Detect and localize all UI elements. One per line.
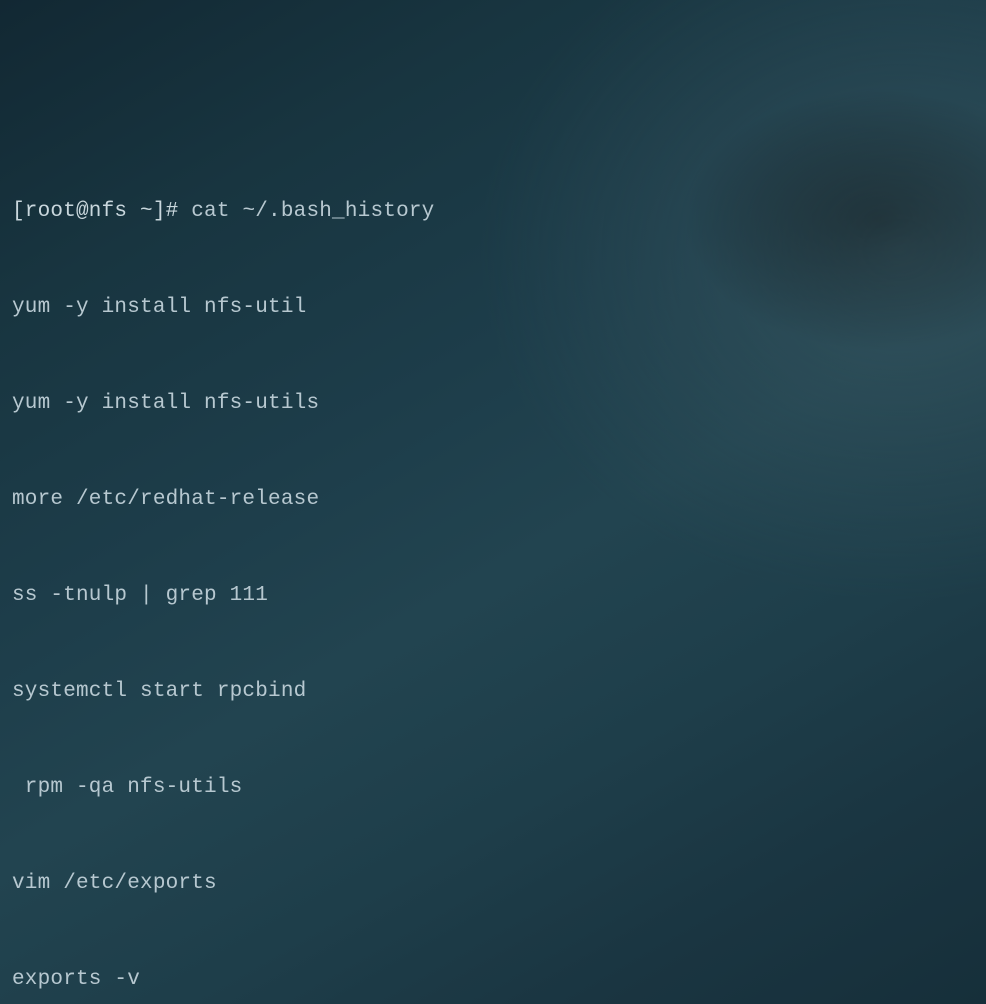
terminal-window[interactable]: [root@nfs ~]# cat ~/.bash_history yum -y… bbox=[0, 128, 986, 1004]
shell-prompt: [root@nfs ~]# bbox=[12, 200, 191, 223]
history-line: ss -tnulp | grep 111 bbox=[12, 580, 974, 612]
history-line: yum -y install nfs-utils bbox=[12, 388, 974, 420]
history-line: systemctl start rpcbind bbox=[12, 676, 974, 708]
history-line: rpm -qa nfs-utils bbox=[12, 772, 974, 804]
history-line: vim /etc/exports bbox=[12, 868, 974, 900]
history-line: exports -v bbox=[12, 964, 974, 996]
history-line: more /etc/redhat-release bbox=[12, 484, 974, 516]
shell-command: cat ~/.bash_history bbox=[191, 200, 434, 223]
history-line: yum -y install nfs-util bbox=[12, 292, 974, 324]
prompt-line: [root@nfs ~]# cat ~/.bash_history bbox=[12, 196, 974, 228]
